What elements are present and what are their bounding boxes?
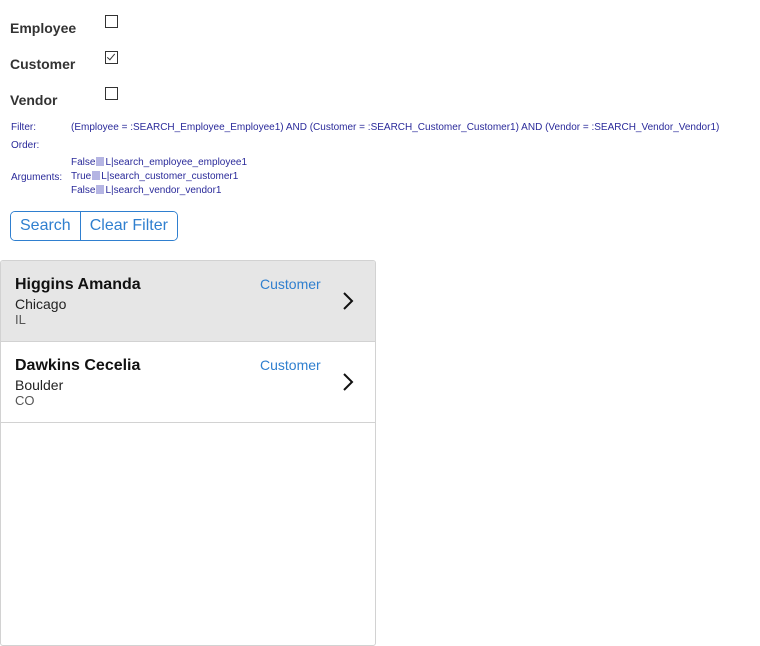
debug-filter-value: (Employee = :SEARCH_Employee_Employee1) …: [71, 122, 720, 133]
argument-value: True: [71, 171, 92, 182]
contact-state: CO: [15, 393, 35, 408]
contact-city: Chicago: [15, 296, 67, 312]
list-item[interactable]: Higgins Amanda Chicago IL Customer: [1, 261, 375, 342]
separator-mark: [96, 185, 105, 194]
clear-filter-button[interactable]: Clear Filter: [79, 212, 177, 240]
argument-value: False: [71, 185, 96, 196]
list-item[interactable]: Dawkins Cecelia Boulder CO Customer: [1, 342, 375, 423]
filter-customer-label: Customer: [10, 56, 76, 72]
argument-name: search_vendor_vendor1: [113, 185, 222, 196]
argument-name: search_customer_customer1: [109, 171, 239, 182]
contact-type: Customer: [260, 276, 321, 292]
separator-mark: [96, 157, 105, 166]
search-button-group: Search Clear Filter: [10, 211, 178, 241]
chevron-right-icon: [343, 292, 354, 310]
debug-argument: False L|search_employee_employee1: [71, 157, 248, 168]
chevron-right-icon: [343, 373, 354, 391]
filter-vendor-checkbox[interactable]: [105, 87, 118, 100]
filter-employee-label: Employee: [10, 20, 77, 36]
contact-city: Boulder: [15, 377, 64, 393]
argument-type: L: [105, 185, 112, 196]
contact-type: Customer: [260, 357, 321, 373]
results-list: Higgins Amanda Chicago IL Customer Dawki…: [0, 260, 376, 646]
separator-mark: [92, 171, 101, 180]
debug-argument: False L|search_vendor_vendor1: [71, 185, 222, 196]
contact-state: IL: [15, 312, 26, 327]
search-button[interactable]: Search: [11, 212, 80, 240]
debug-filter-label: Filter:: [11, 122, 36, 133]
filter-vendor-label: Vendor: [10, 92, 58, 108]
filter-customer-checkbox[interactable]: [105, 51, 118, 64]
debug-argument: True L|search_customer_customer1: [71, 171, 239, 182]
debug-order-label: Order:: [11, 140, 40, 151]
debug-arguments-label: Arguments:: [11, 172, 63, 183]
contact-name: Higgins Amanda: [15, 276, 141, 293]
contact-name: Dawkins Cecelia: [15, 357, 141, 374]
filter-employee-checkbox[interactable]: [105, 15, 118, 28]
argument-name: search_employee_employee1: [113, 157, 248, 168]
argument-type: L: [105, 157, 112, 168]
argument-type: L: [101, 171, 107, 182]
argument-value: False: [71, 157, 96, 168]
